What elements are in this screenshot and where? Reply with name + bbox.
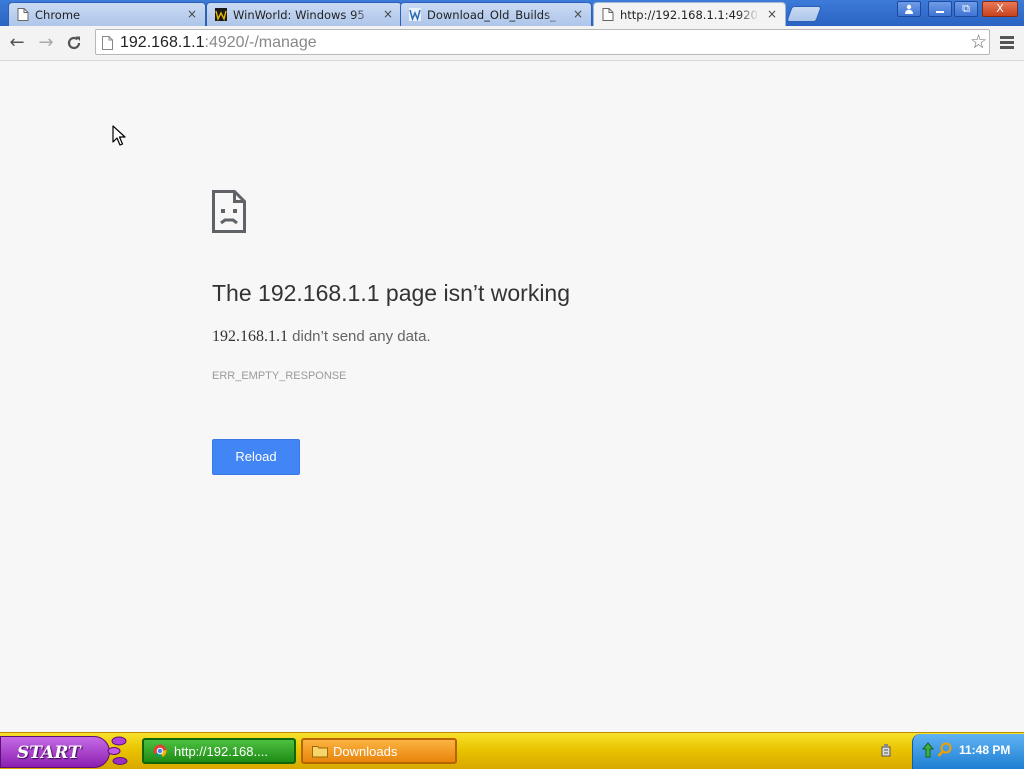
title-bar: Chrome × WinWorld: Windows 95 × Download…: [0, 0, 1024, 27]
document-icon: [602, 8, 614, 21]
reload-page-button[interactable]: [63, 32, 85, 54]
search-icon[interactable]: [937, 742, 953, 758]
winworld-logo-icon: [215, 8, 227, 21]
tab-title: Chrome: [35, 8, 81, 22]
tab-winworld[interactable]: WinWorld: Windows 95 ×: [206, 2, 402, 26]
menu-line: [1000, 46, 1014, 49]
close-icon[interactable]: ×: [765, 7, 779, 21]
address-bar[interactable]: 192.168.1.1:4920/-/manage ☆: [95, 29, 990, 55]
close-icon[interactable]: ×: [381, 7, 395, 21]
reload-button[interactable]: Reload: [212, 439, 300, 475]
error-heading: The 192.168.1.1 page isn’t working: [212, 280, 571, 306]
new-tab-button[interactable]: [786, 6, 822, 22]
person-icon: [905, 4, 913, 14]
start-button[interactable]: START: [0, 736, 110, 768]
close-window-button[interactable]: X: [982, 1, 1018, 17]
browser-toolbar: ← → 192.168.1.1:4920/-/manage ☆: [0, 26, 1024, 61]
tab-active-192-168-1-1[interactable]: http://192.168.1.1:4920/ ×: [593, 2, 786, 27]
folder-icon: [312, 746, 328, 758]
close-icon[interactable]: ×: [571, 7, 585, 21]
chrome-icon: [153, 744, 167, 758]
safely-remove-hardware-icon[interactable]: [880, 743, 892, 757]
back-button[interactable]: ←: [6, 32, 28, 54]
taskbar-item-label: Downloads: [333, 744, 398, 759]
user-profile-button[interactable]: [897, 1, 921, 17]
error-message-host: 192.168.1.1: [212, 328, 288, 345]
sad-page-icon: [212, 190, 246, 233]
menu-line: [1000, 36, 1014, 39]
network-icon[interactable]: [921, 742, 935, 758]
taskbar-item-label: http://192.168....: [174, 744, 268, 759]
tab-title: Download_Old_Builds_: [427, 8, 556, 22]
taskbar-item-chrome[interactable]: http://192.168....: [142, 738, 296, 764]
url-host: 192.168.1.1: [120, 34, 205, 51]
taskbar-item-downloads[interactable]: Downloads: [301, 738, 457, 764]
tab-title: WinWorld: Windows 95: [233, 8, 365, 22]
start-decoration-icon: [107, 736, 128, 765]
close-icon[interactable]: ×: [185, 7, 199, 21]
menu-line: [1000, 41, 1014, 44]
taskbar: START http://192.168.... Downloads 11:48…: [0, 732, 1024, 769]
wiki-logo-icon: [409, 8, 421, 21]
minimize-button[interactable]: [928, 1, 952, 17]
chrome-menu-button[interactable]: [1000, 36, 1014, 51]
tab-download-old-builds[interactable]: Download_Old_Builds_ ×: [400, 2, 592, 26]
minimize-icon: [936, 11, 944, 13]
bookmark-star-icon[interactable]: ☆: [970, 31, 987, 53]
page-info-icon[interactable]: [102, 36, 113, 50]
url-text[interactable]: 192.168.1.1:4920/-/manage: [120, 34, 317, 52]
system-tray: 11:48 PM: [912, 734, 1024, 769]
mouse-cursor-icon: [112, 125, 126, 146]
restore-button[interactable]: ⧉: [954, 1, 978, 17]
reload-icon: [67, 36, 81, 50]
tab-title: http://192.168.1.1:4920/: [620, 8, 759, 22]
forward-button[interactable]: →: [35, 32, 57, 54]
tab-chrome[interactable]: Chrome ×: [8, 2, 206, 26]
error-message-text: didn’t send any data.: [288, 328, 431, 345]
document-icon: [17, 8, 29, 21]
error-code: ERR_EMPTY_RESPONSE: [212, 370, 347, 382]
url-path: :4920/-/manage: [204, 34, 317, 51]
forward-arrow-icon: →: [38, 32, 54, 53]
error-message: 192.168.1.1 didn’t send any data.: [212, 328, 431, 346]
back-arrow-icon: ←: [9, 32, 25, 53]
taskbar-clock[interactable]: 11:48 PM: [959, 743, 1010, 757]
